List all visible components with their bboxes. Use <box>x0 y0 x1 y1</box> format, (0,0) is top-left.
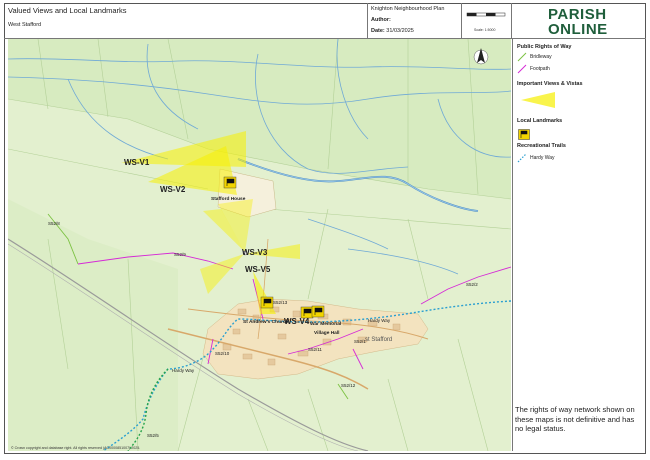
legend-bridleway: Bridleway <box>530 54 552 60</box>
landmark-swatch-icon <box>518 129 530 140</box>
trail-label-east: Hardy Way <box>368 318 391 323</box>
view-label-ws-v3: WS-V3 <box>242 248 268 257</box>
path-label-s52-1: S52/1 <box>354 339 366 344</box>
legend-trails-heading: Recreational Trails <box>517 143 566 149</box>
legend-hardy-way: Hardy Way <box>530 155 555 161</box>
trail-label-west: Hardy Way <box>172 368 195 373</box>
title-block: Valued Views and Local Landmarks West St… <box>4 3 368 39</box>
map-subtitle: West Stafford <box>8 22 42 28</box>
path-label-s52-11: S52/11 <box>308 347 322 352</box>
copyright-notice: © Crown copyright and database right. Al… <box>11 446 141 450</box>
legend-landmarks-heading: Local Landmarks <box>517 118 563 124</box>
path-label-s52-12: S52/12 <box>341 383 356 388</box>
parish-online-logo: PARISH ONLINE <box>512 3 646 39</box>
place-village-name: st Stafford <box>365 337 393 343</box>
legend-panel: Public Rights of Way Bridleway Footpath … <box>512 39 646 451</box>
rights-of-way-disclaimer: The rights of way network shown on these… <box>515 405 635 433</box>
author-label: Author: <box>371 17 391 23</box>
path-label-s52-8: S52/8 <box>48 221 60 226</box>
plan-name: Knighton Neighbourhood Plan <box>371 6 445 12</box>
date-label: Date: <box>371 28 385 34</box>
place-war-memorial: War Memorial <box>310 322 342 327</box>
plan-info-block: Knighton Neighbourhood Plan Author: Date… <box>368 3 462 39</box>
view-label-ws-v1: WS-V1 <box>124 158 150 167</box>
map-canvas[interactable]: WS-V1 WS-V2 WS-V3 WS-V5 WS-V4 Stafford H… <box>8 39 511 451</box>
legend-prow-heading: Public Rights of Way <box>517 44 572 50</box>
place-stafford-house: Stafford House <box>211 197 246 202</box>
path-label-s52-2: S52/2 <box>466 282 478 287</box>
view-label-ws-v5: WS-V5 <box>245 265 271 274</box>
hardy-way-swatch-icon <box>517 153 527 163</box>
view-cone-swatch-icon <box>521 92 555 108</box>
map-title: Valued Views and Local Landmarks <box>8 6 127 15</box>
scale-block: Scale: 1:5000 <box>462 3 512 39</box>
place-church: St Andrew's Church <box>243 320 289 325</box>
map-drawing <box>8 39 511 451</box>
bridleway-swatch-icon <box>517 52 527 62</box>
path-label-s52-5: S52/5 <box>147 433 159 438</box>
path-label-s52-9: S52/9 <box>174 252 186 257</box>
legend-views-heading: Important Views & Vistas <box>517 81 583 87</box>
view-label-ws-v2: WS-V2 <box>160 185 186 194</box>
footpath-swatch-icon <box>517 64 527 74</box>
path-label-s52-10: S52/10 <box>215 351 230 356</box>
path-label-s52-13: S52/13 <box>273 300 288 305</box>
place-village-hall: Village Hall <box>314 331 340 336</box>
scale-text: Scale: 1:5000 <box>474 28 496 32</box>
logo-line-2: ONLINE <box>548 21 608 38</box>
legend-footpath: Footpath <box>530 66 550 72</box>
date-row: Date: 31/03/2025 <box>371 28 414 34</box>
date-value: 31/03/2025 <box>386 28 414 34</box>
